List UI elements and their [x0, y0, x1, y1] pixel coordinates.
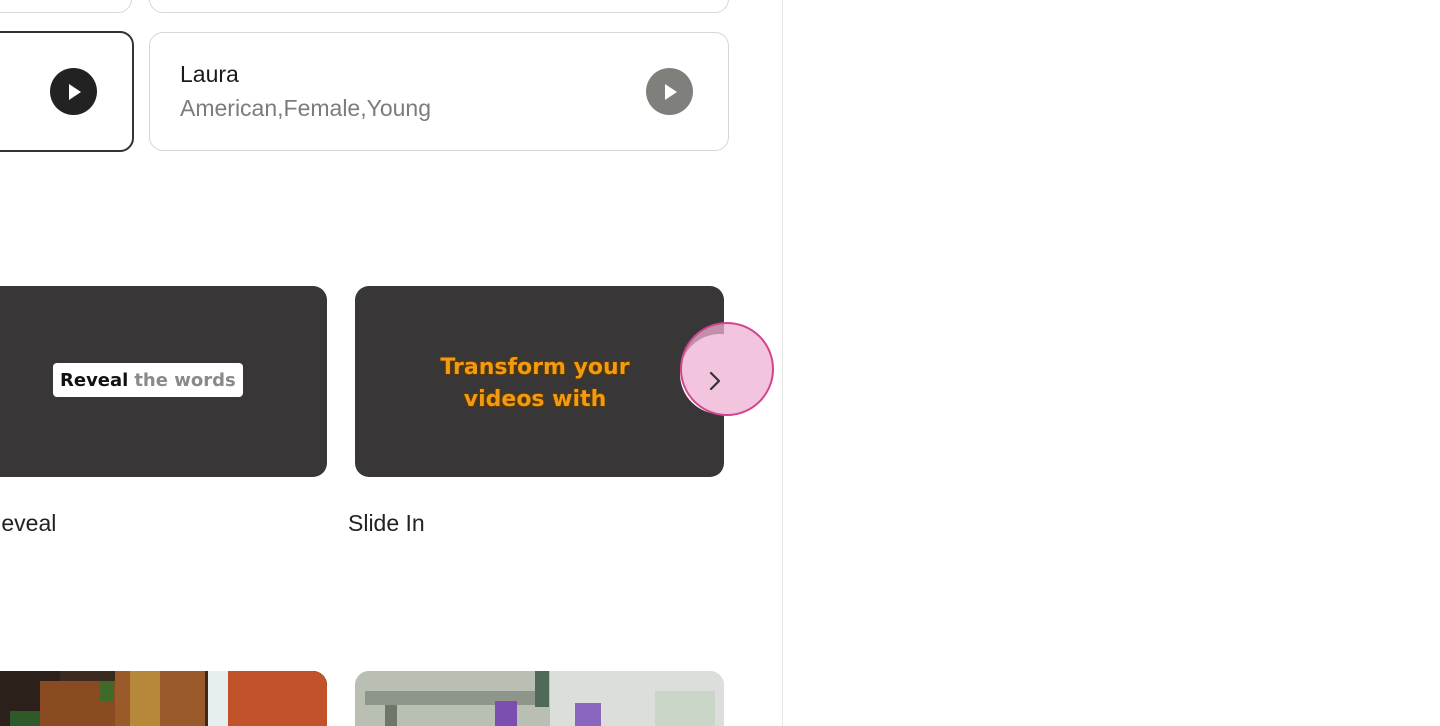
template-thumbnail[interactable] [355, 671, 724, 726]
reveal-preview: Reveal the words [53, 363, 243, 397]
voice-card-laura[interactable]: Laura American,Female,Young [149, 32, 729, 151]
voice-card[interactable] [0, 0, 132, 13]
voice-card-selected[interactable] [0, 31, 134, 152]
play-preview-button[interactable] [50, 68, 97, 115]
animation-label: t Reveal [0, 510, 57, 536]
carousel-next-button[interactable] [680, 322, 774, 416]
template-thumbnail-image [0, 671, 327, 726]
voice-card[interactable] [149, 0, 729, 13]
play-icon [68, 83, 81, 100]
voice-name: Laura [180, 61, 239, 87]
play-preview-button[interactable] [646, 68, 693, 115]
reveal-preview-strong: Reveal [60, 369, 129, 391]
template-thumbnail-image [355, 671, 724, 726]
animation-thumb-reveal[interactable]: Reveal the words [0, 286, 327, 477]
slide-in-preview-text: Transform your videos with [440, 355, 630, 412]
chevron-right-icon [709, 371, 721, 391]
play-icon [664, 83, 677, 100]
carousel-next-highlight [680, 322, 774, 416]
reveal-preview-muted: the words [134, 369, 236, 391]
panel-divider [782, 0, 783, 726]
template-thumbnail[interactable] [0, 671, 327, 726]
animation-label: Slide In [348, 510, 425, 536]
voice-and-style-panel: Laura American,Female,Young Reveal the w… [0, 0, 1440, 726]
animation-thumb-slide-in[interactable]: Transform your videos with [355, 286, 724, 477]
voice-tags: American,Female,Young [180, 95, 432, 121]
